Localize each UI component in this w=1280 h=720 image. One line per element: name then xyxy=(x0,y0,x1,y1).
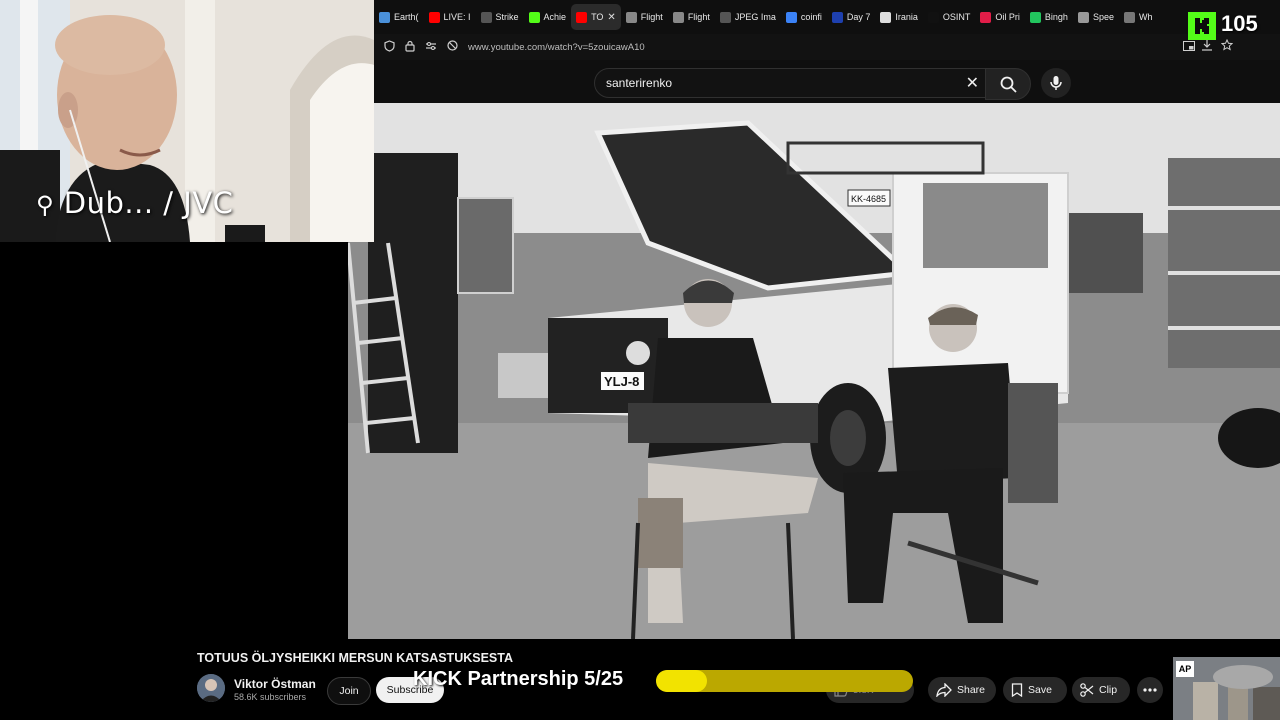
microphone-icon xyxy=(1050,76,1062,90)
partnership-progress-bar xyxy=(656,670,913,692)
browser-tab[interactable]: Earth( xyxy=(374,4,424,30)
channel-avatar[interactable] xyxy=(197,674,225,702)
more-horizontal-icon xyxy=(1143,688,1157,692)
tab-favicon-icon xyxy=(672,11,684,23)
browser-tab[interactable]: Oil Pri xyxy=(975,4,1025,30)
partnership-progress-fill xyxy=(656,670,708,692)
permissions-icon[interactable] xyxy=(425,41,437,54)
tab-label: Flight xyxy=(640,12,663,22)
tab-favicon-icon xyxy=(428,11,440,23)
browser-tab[interactable]: Achie xyxy=(524,4,572,30)
browser-tab[interactable]: coinfi xyxy=(781,4,827,30)
picture-in-picture-icon[interactable] xyxy=(1183,38,1195,56)
tab-label: Oil Pri xyxy=(995,12,1020,22)
browser-tab[interactable]: LIVE: I xyxy=(424,4,476,30)
location-pin-icon: ⚲ xyxy=(36,191,55,219)
bookmark-star-icon[interactable] xyxy=(1220,38,1234,56)
save-button[interactable]: Save xyxy=(1003,677,1067,703)
browser-tab[interactable]: Day 7 xyxy=(827,4,876,30)
tab-favicon-icon xyxy=(1123,11,1135,23)
search-box[interactable]: santerirenko ✕ xyxy=(594,68,986,98)
tab-label: JPEG Ima xyxy=(734,12,776,22)
location-text: Dub... / JVC xyxy=(63,186,234,220)
tab-favicon-icon xyxy=(379,11,390,23)
ap-logo: AP xyxy=(1176,661,1194,677)
browser-tab[interactable]: JPEG Ima xyxy=(715,4,781,30)
browser-tab[interactable]: Irania xyxy=(875,4,923,30)
tab-favicon-icon xyxy=(831,11,843,23)
tracking-blocked-icon[interactable] xyxy=(447,40,458,54)
tab-label: Bingh xyxy=(1044,12,1068,22)
tab-favicon-icon xyxy=(576,11,588,23)
video-title: TOTUUS ÖLJYSHEIKKI MERSUN KATSASTUKSESTA xyxy=(197,651,513,665)
search-icon xyxy=(1000,76,1017,93)
more-actions-button[interactable] xyxy=(1137,677,1163,703)
location-label: ⚲ Dub... / JVC xyxy=(36,186,233,220)
tab-label: Spee xyxy=(1092,12,1114,22)
tab-favicon-icon xyxy=(880,11,892,23)
shield-icon[interactable] xyxy=(384,39,395,55)
tab-favicon-icon xyxy=(927,11,939,23)
share-icon xyxy=(936,683,952,697)
clip-button[interactable]: Clip xyxy=(1072,677,1130,703)
tab-label: TO xyxy=(591,12,604,22)
browser-tab[interactable]: OSINT xyxy=(923,4,976,30)
share-label: Share xyxy=(957,684,986,696)
browser-tab[interactable]: Wh xyxy=(1119,4,1158,30)
tab-label: OSINT xyxy=(942,12,971,22)
tab-favicon-icon xyxy=(528,11,540,23)
save-label: Save xyxy=(1028,684,1052,696)
tab-label: LIVE: I xyxy=(443,12,471,22)
tab-label: Achie xyxy=(543,12,567,22)
bookmark-icon xyxy=(1011,683,1023,697)
tab-favicon-icon xyxy=(785,11,797,23)
browser-tab[interactable]: TO ✕ xyxy=(571,4,621,30)
browser-tab[interactable]: Spee xyxy=(1073,4,1119,30)
tab-label: Flight xyxy=(687,12,710,22)
close-tab-icon[interactable]: ✕ xyxy=(607,12,615,23)
license-plate-door: KK-4685 xyxy=(851,194,886,204)
clip-label: Clip xyxy=(1099,684,1118,696)
scissors-icon xyxy=(1080,683,1094,697)
search-input[interactable]: santerirenko xyxy=(606,76,672,90)
youtube-header: santerirenko ✕ xyxy=(374,60,1280,103)
tab-label: Earth( xyxy=(394,12,419,22)
browser-tab[interactable]: Flight xyxy=(668,4,715,30)
kick-partnership-text: KICK Partnership 5/25 xyxy=(413,668,624,690)
join-button[interactable]: Join xyxy=(327,677,371,705)
tab-favicon-icon xyxy=(1029,11,1041,23)
subscriber-count: 58.6K subscribers xyxy=(234,692,307,702)
browser-tab-strip: Earth( LIVE: I Strike Achie TO ✕ Flight Flight J… xyxy=(374,0,1280,34)
browser-tab[interactable]: Strike xyxy=(476,4,524,30)
tab-label: coinfi xyxy=(800,12,822,22)
search-button[interactable] xyxy=(985,68,1031,100)
license-plate-front: YLJ-8 xyxy=(604,374,639,389)
tab-favicon-icon xyxy=(480,11,492,23)
tab-favicon-icon xyxy=(980,11,992,23)
tab-favicon-icon xyxy=(1077,11,1089,23)
lock-icon[interactable] xyxy=(405,40,415,55)
browser-tab[interactable]: Flight xyxy=(621,4,668,30)
kick-logo-icon xyxy=(1188,12,1216,40)
browser-tab[interactable]: Bingh xyxy=(1025,4,1073,30)
tab-favicon-icon xyxy=(625,11,637,23)
tab-label: Day 7 xyxy=(846,12,871,22)
tab-favicon-icon xyxy=(719,11,731,23)
url-text[interactable]: www.youtube.com/watch?v=5zouicawA10 xyxy=(468,42,645,53)
channel-name[interactable]: Viktor Östman xyxy=(234,677,316,691)
tab-label: Irania xyxy=(895,12,918,22)
voice-search-button[interactable] xyxy=(1041,68,1071,98)
download-icon[interactable] xyxy=(1201,38,1213,56)
tab-label: Strike xyxy=(495,12,519,22)
address-bar[interactable]: www.youtube.com/watch?v=5zouicawA10 xyxy=(374,34,1280,60)
video-frame: YLJ-8 KK-4685 xyxy=(348,103,1280,639)
viewer-count: 105 xyxy=(1221,11,1258,36)
share-button[interactable]: Share xyxy=(928,677,996,703)
clear-search-icon[interactable]: ✕ xyxy=(966,73,979,93)
video-player[interactable]: YLJ-8 KK-4685 xyxy=(348,103,1280,639)
tab-label: Wh xyxy=(1138,12,1153,22)
